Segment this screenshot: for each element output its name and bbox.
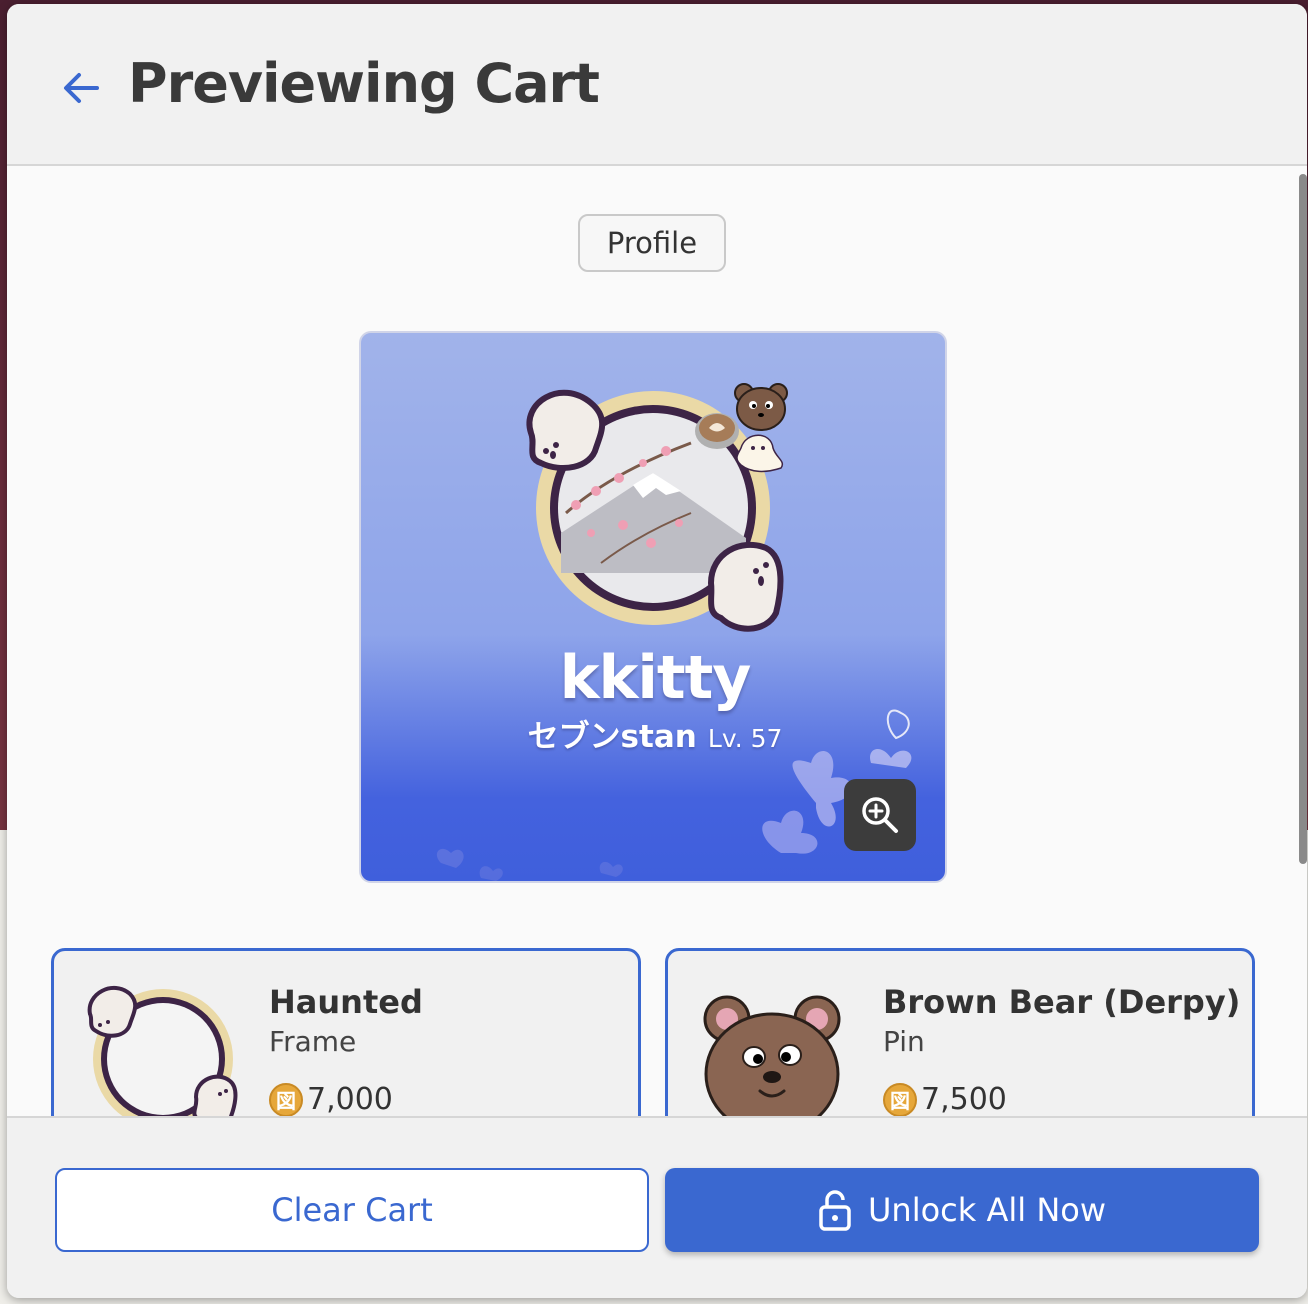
brown-bear-thumbnail	[703, 995, 841, 1116]
lock-icon	[818, 1189, 852, 1231]
page-title: Previewing Cart	[128, 52, 600, 115]
cart-item-card[interactable]: Brown Bear (Derpy) Pin 図 7,500	[665, 948, 1255, 1116]
unlock-all-button[interactable]: Unlock All Now	[665, 1168, 1259, 1252]
tab-profile[interactable]: Profile	[578, 214, 726, 272]
cart-item-name: Brown Bear (Derpy)	[883, 983, 1241, 1021]
ghost-bottom-right	[707, 541, 784, 632]
modal-content[interactable]: Profile kkitty セブンstan Lv. 57 Haunted Fr…	[7, 166, 1307, 1116]
bear-pin-icon	[734, 383, 788, 431]
latte-cup-icon	[695, 413, 739, 449]
coin-icon: 図	[269, 1082, 303, 1116]
ghost-top-left	[526, 389, 606, 471]
profile-level: Lv. 57	[707, 724, 783, 753]
modal-footer: Clear Cart Unlock All Now	[7, 1116, 1307, 1298]
profile-preview-card: kkitty セブンstan Lv. 57	[359, 331, 947, 883]
cart-item-type: Frame	[269, 1025, 357, 1058]
coin-icon: 図	[883, 1082, 917, 1116]
modal-header: Previewing Cart	[7, 4, 1307, 166]
unlock-all-label: Unlock All Now	[868, 1191, 1106, 1229]
back-button[interactable]	[55, 62, 107, 114]
arrow-left-icon	[64, 73, 99, 103]
haunted-frame-thumbnail	[87, 986, 238, 1116]
cart-item-price-value: 7,000	[307, 1082, 393, 1116]
zoom-in-icon	[862, 797, 898, 833]
cart-item-price: 図 7,000	[269, 1082, 393, 1116]
cart-item-price-value: 7,500	[921, 1082, 1007, 1116]
cart-item-card[interactable]: Haunted Frame 図 7,000	[51, 948, 641, 1116]
cart-item-type: Pin	[883, 1025, 925, 1058]
profile-display-name: kkitty	[559, 643, 752, 713]
scrollbar[interactable]	[1299, 174, 1307, 864]
cart-item-price: 図 7,500	[883, 1082, 1007, 1116]
zoom-button[interactable]	[844, 779, 916, 851]
cart-preview-modal: Previewing Cart Profile kkitty セブンstan L…	[7, 4, 1307, 1298]
cart-item-name: Haunted	[269, 983, 423, 1021]
clear-cart-button[interactable]: Clear Cart	[55, 1168, 649, 1252]
sakura-decoration	[436, 748, 912, 881]
profile-subtitle: セブンstan	[527, 719, 697, 755]
profile-subtitle-line: セブンstan Lv. 57	[361, 711, 945, 756]
